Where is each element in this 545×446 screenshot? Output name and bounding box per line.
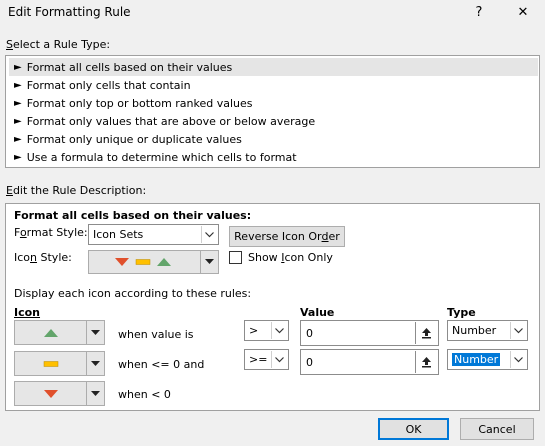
green-triangle-up-icon	[43, 328, 58, 337]
dialog-title: Edit Formatting Rule	[8, 5, 131, 19]
close-icon: ✕	[517, 4, 529, 20]
icon-style-label: Icon Style:	[14, 251, 72, 264]
rule-type-item[interactable]: ► Format all cells based on their values	[9, 58, 538, 76]
type-select[interactable]: Number	[447, 320, 528, 341]
condition-label: when value is	[118, 328, 194, 341]
value-input[interactable]: 0	[300, 320, 439, 346]
arrow-right-icon: ►	[14, 79, 22, 91]
arrow-right-icon: ►	[14, 115, 22, 127]
type-select[interactable]: Number	[447, 349, 528, 370]
rule-type-item[interactable]: ► Format only values that are above or b…	[9, 112, 538, 130]
rule-type-item[interactable]: ► Use a formula to determine which cells…	[9, 148, 538, 166]
chevron-down-icon[interactable]	[86, 321, 104, 344]
arrow-right-icon: ►	[14, 61, 22, 73]
column-header-type: Type	[447, 306, 476, 319]
column-header-icon: Icon	[14, 306, 41, 319]
range-picker-button[interactable]	[415, 322, 437, 344]
arrow-right-icon: ►	[14, 97, 22, 109]
reverse-icon-order-button[interactable]: Reverse Icon Or d er	[229, 226, 345, 247]
cancel-button[interactable]: Cancel	[460, 418, 534, 440]
ok-button[interactable]: OK	[378, 418, 449, 440]
chevron-down-icon[interactable]	[510, 322, 526, 339]
rule-type-item[interactable]: ► Format only unique or duplicate values	[9, 130, 538, 148]
column-header-value: Value	[300, 306, 335, 319]
rule-type-item[interactable]: ► Format only cells that contain	[9, 76, 538, 94]
show-icon-only-checkbox[interactable]	[229, 251, 242, 264]
red-triangle-down-icon	[43, 389, 58, 398]
icon-select[interactable]	[14, 381, 105, 406]
chevron-down-icon[interactable]	[510, 351, 526, 368]
operator-select[interactable]: >=	[244, 349, 289, 370]
rule-description-panel: Format all cells based on their values: …	[5, 203, 540, 411]
help-button[interactable]: ?	[464, 0, 494, 24]
chevron-down-icon[interactable]	[86, 352, 104, 375]
chevron-down-icon[interactable]	[271, 351, 287, 368]
value-input[interactable]: 0	[300, 349, 439, 375]
condition-label: when < 0	[118, 388, 171, 401]
range-picker-button[interactable]	[415, 351, 437, 373]
format-style-select[interactable]: Icon Sets	[88, 224, 219, 245]
icon-style-preview	[89, 251, 200, 273]
rule-description-label: Edit the Rule Description:	[6, 184, 147, 197]
icon-select[interactable]	[14, 320, 105, 345]
three-triangles-icon	[114, 258, 171, 266]
collapse-dialog-icon	[422, 357, 431, 368]
chevron-down-icon[interactable]	[201, 226, 217, 243]
format-style-label: Format Style:	[14, 226, 88, 239]
icon-style-select[interactable]	[88, 250, 219, 274]
rules-caption: Display each icon according to these rul…	[14, 287, 252, 300]
rule-type-label: Select a Rule Type:	[6, 38, 111, 51]
operator-select[interactable]: >	[244, 320, 289, 341]
close-button[interactable]: ✕	[508, 0, 538, 24]
rule-type-item[interactable]: ► Format only top or bottom ranked value…	[9, 94, 538, 112]
collapse-dialog-icon	[422, 328, 431, 339]
arrow-right-icon: ►	[14, 151, 22, 163]
chevron-down-icon[interactable]	[86, 382, 104, 405]
help-icon: ?	[475, 4, 483, 20]
chevron-down-icon[interactable]	[200, 251, 218, 273]
chevron-down-icon[interactable]	[271, 322, 287, 339]
condition-label: when <= 0 and	[118, 358, 205, 371]
icon-select[interactable]	[14, 351, 105, 376]
rule-type-listbox[interactable]: ► Format all cells based on their values…	[5, 55, 540, 168]
show-icon-only-label: Show Icon Only	[248, 251, 333, 264]
description-heading: Format all cells based on their values:	[14, 209, 252, 222]
arrow-right-icon: ►	[14, 133, 22, 145]
yellow-dash-icon	[43, 360, 58, 367]
edit-formatting-rule-dialog: Edit Formatting Rule ? ✕ Select a Rule T…	[0, 0, 545, 446]
